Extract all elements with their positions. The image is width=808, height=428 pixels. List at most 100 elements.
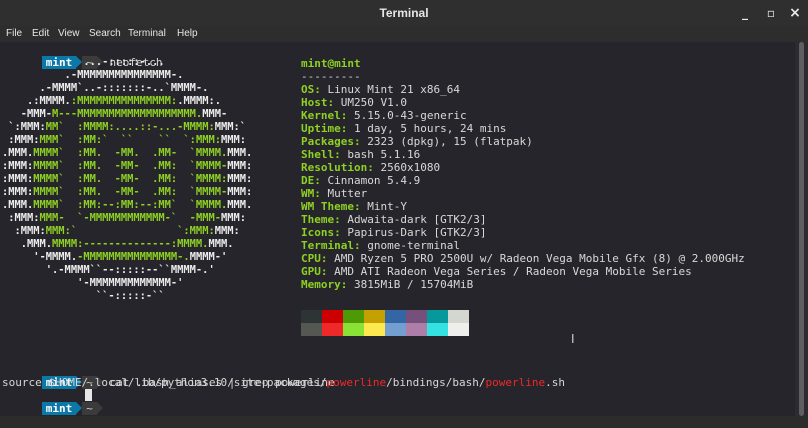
info-value: Mutter	[327, 187, 368, 200]
info-row: Host: UM250 V1.0	[301, 96, 407, 109]
text-cursor	[85, 389, 92, 401]
info-row: GPU: AMD ATI Radeon Vega Series / Radeon…	[301, 265, 692, 278]
palette-swatch	[385, 323, 406, 336]
logo-line: :MMM:MMMM` :MM. -MM- .MM: `MMMM-MMM:	[2, 186, 252, 199]
info-colon: :	[353, 239, 368, 252]
logo-segment: MM` :MMMM:....::-...-MMMM:	[45, 121, 215, 133]
palette-swatch	[322, 310, 343, 323]
prompt-dir: ~	[82, 402, 97, 415]
close-button[interactable]: ×	[786, 5, 804, 21]
info-value: gnome-terminal	[367, 239, 460, 252]
menu-terminal[interactable]: Terminal	[128, 28, 166, 39]
logo-line: .MMM.MMMM` :MM. -MM. .MM- `MMMM.MMM.	[2, 147, 252, 160]
info-key: Terminal	[301, 239, 354, 252]
logo-line: '-MMMM.-MMMMMMMMMMMMMMM-.MMMM-'	[2, 251, 227, 264]
info-colon: :	[340, 122, 354, 135]
minimize-button[interactable]: _	[736, 5, 754, 21]
palette-swatch	[343, 310, 364, 323]
info-value: Cinnamon 5.4.9	[327, 174, 421, 187]
terminal-window: Terminal _ ▫ × File Edit View Search Ter…	[0, 0, 808, 416]
logo-segment: .MMM.	[2, 238, 53, 250]
window-title: Terminal	[379, 6, 429, 20]
info-key: Host	[301, 96, 328, 109]
logo-segment: MMM` :MM:` `` `` `:MMM:	[39, 134, 221, 146]
grep-output: source $HOME/.local/lib/python3.10/site-…	[2, 376, 565, 389]
menu-view[interactable]: View	[58, 28, 80, 39]
info-row: Kernel: 5.15.0-43-generic	[301, 109, 467, 122]
logo-segment: .MMMM:.	[177, 95, 221, 107]
info-value: AMD Ryzen 5 PRO 2500U w/ Radeon Vega Mob…	[334, 252, 745, 265]
logo-segment: ``-:::::-``	[2, 290, 165, 302]
info-value: 3815MiB / 15704MiB	[354, 278, 474, 291]
scrollbar[interactable]	[795, 42, 808, 416]
logo-segment: MMMM` :MM. -MM- .MM: `MMMM:	[33, 173, 228, 185]
info-key: CPU	[301, 252, 321, 265]
output-mid: /bindings/bash/	[386, 376, 486, 389]
info-colon: :	[367, 161, 381, 174]
logo-segment: '.-MMMM``--:::::--``MMMM-.'	[2, 264, 215, 276]
logo-line: '-MMMMMMMMMMMMM-'	[2, 277, 183, 290]
titlebar[interactable]: Terminal _ ▫ ×	[0, 0, 808, 26]
palette-swatch	[448, 323, 469, 336]
info-row: Icons: Papirus-Dark [GTK2/3]	[301, 226, 486, 239]
logo-segment: ...-:::::-...	[2, 56, 165, 68]
logo-line: :MMM:MMM- `-MMMMMMMMMMMM-` -MMM-MMM:	[2, 212, 246, 225]
logo-segment: MMM:` `:MMM:	[45, 225, 215, 237]
menu-file[interactable]: File	[6, 28, 22, 39]
menu-help[interactable]: Help	[177, 28, 198, 39]
logo-segment: MMM:`	[214, 121, 246, 133]
menu-search[interactable]: Search	[89, 28, 121, 39]
logo-segment: '-MMMMMMMMMMMMM-'	[2, 277, 184, 289]
logo-line: '.-MMMM``--:::::--``MMMM-.'	[2, 264, 215, 277]
palette-swatch	[364, 310, 385, 323]
logo-segment: MMM:	[214, 225, 240, 237]
logo-line: ...-:::::-...	[2, 56, 165, 69]
info-key: DE	[301, 174, 315, 187]
logo-line: :MMM:MMMM` :MM. -MM- .MM: `MMMM:MMM:	[2, 173, 252, 186]
palette-swatch	[406, 310, 427, 323]
info-row: WM: Mutter	[301, 187, 367, 200]
logo-segment: M---MMMMMMMMMMMMMMMMMMM.	[52, 108, 203, 120]
scrollbar-thumb[interactable]	[799, 42, 804, 416]
logo-segment: MMMM` :MM. -MM. .MM- `MMMM.	[33, 147, 228, 159]
palette-swatch	[427, 323, 448, 336]
logo-segment: -MMMMMMMMMMMMMMM-.	[77, 251, 190, 263]
info-colon: :	[334, 213, 348, 226]
logo-segment: .MMM.	[2, 199, 34, 211]
logo-segment: MMM:	[220, 134, 246, 146]
info-row: DE: Cinnamon 5.4.9	[301, 174, 420, 187]
logo-segment: .-MMMM`..-:::::::-..`MMMM-.	[2, 82, 209, 94]
info-colon: :	[327, 96, 341, 109]
logo-line: ``-:::::-``	[2, 290, 165, 303]
logo-segment: '-MMMM.	[2, 251, 78, 263]
info-row: Terminal: gnome-terminal	[301, 239, 460, 252]
info-value: bash 5.1.16	[347, 148, 421, 161]
palette-swatch	[427, 310, 448, 323]
terminal-area[interactable]: mint ~ neofetch ...-:::::-... .-MMMMMMMMM…	[0, 42, 794, 416]
logo-line: .MMM.MMMM:--------------:MMMM.MMM.	[2, 238, 234, 251]
menu-edit[interactable]: Edit	[32, 28, 49, 39]
logo-segment: MMMM` :MM. -MM- .MM: `MMMM-	[33, 160, 228, 172]
info-separator: ---------	[301, 70, 361, 83]
logo-line: :MMM:MMM` :MM:` `` `` `:MMM:MMM:	[2, 134, 246, 147]
logo-segment: MMM.	[208, 238, 234, 250]
logo-segment: :MMM:	[2, 173, 34, 185]
info-row: Resolution: 2560x1080	[301, 161, 440, 174]
info-value: Papirus-Dark [GTK2/3]	[347, 226, 487, 239]
palette-swatch	[343, 323, 364, 336]
menubar: File Edit View Search Terminal Help	[0, 26, 808, 42]
info-key: GPU	[301, 265, 321, 278]
maximize-button[interactable]: ▫	[762, 5, 780, 21]
logo-segment: MMM:	[220, 212, 246, 224]
logo-segment: -MMM-	[2, 108, 53, 120]
logo-segment: MMM- `-MMMMMMMMMMMM-` -MMM-	[39, 212, 221, 224]
info-row: WM Theme: Mint-Y	[301, 200, 407, 213]
logo-segment: MMMM` :MM:--:MM:--:MM` `MMMM.	[33, 199, 228, 211]
info-colon: :	[353, 135, 368, 148]
palette-swatch	[448, 310, 469, 323]
color-palette	[301, 310, 469, 336]
info-colon: :	[334, 148, 348, 161]
palette-swatch	[301, 323, 322, 336]
logo-segment: :MMM:	[2, 134, 40, 146]
info-colon: :	[314, 83, 328, 96]
